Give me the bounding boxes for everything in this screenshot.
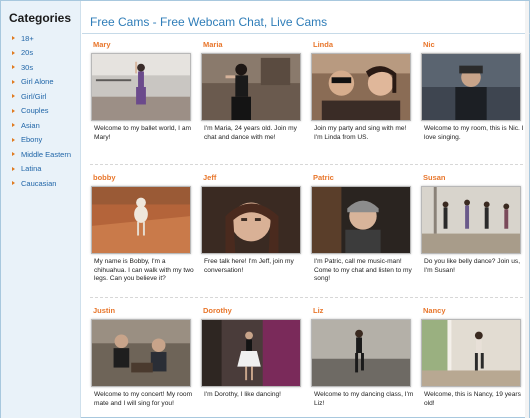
category-item-couples[interactable]: Couples [1,104,81,119]
cam-card[interactable]: Justin Welcome to my concert! My room ma… [90,303,198,418]
cam-thumbnail[interactable] [91,319,191,387]
cam-name-link[interactable]: Jeff [203,173,216,182]
arrow-icon [12,137,15,142]
row-divider [90,297,528,298]
cam-name-link[interactable]: Mary [93,40,111,49]
cam-thumbnail[interactable] [201,319,301,387]
arrow-icon [12,166,15,171]
category-item-30s[interactable]: 30s [1,60,81,75]
category-item-ebony[interactable]: Ebony [1,133,81,148]
cam-thumbnail[interactable] [421,186,521,254]
cam-description: Join my party and sing with me! I'm Lind… [314,125,407,141]
cam-card[interactable]: Dorothy I'm Dorothy, I like dancing! [200,303,308,418]
category-item-girl-alone[interactable]: Girl Alone [1,75,81,90]
cam-description: Welcome to my room, this is Nic. I love … [424,125,524,141]
cam-thumbnail[interactable] [201,53,301,121]
category-label[interactable]: Girl/Girl [21,92,46,101]
page-frame: Categories 18+ 20s 30s Girl Alone Girl/G… [0,0,530,418]
arrow-icon [12,94,15,99]
arrow-icon [12,181,15,186]
cam-card[interactable]: Susan Do you like belly dance? Join us, … [420,170,528,290]
cam-card[interactable]: Nic Welcome to my room, this is Nic. I l… [420,37,528,157]
main-content: Free Cams - Free Webcam Chat, Live Cams … [82,1,530,418]
cam-card[interactable]: Nancy Welcome, this is Nancy, 19 years o… [420,303,528,418]
cam-description: My name is Bobby, I'm a chihuahua. I can… [94,258,194,282]
cam-card[interactable]: Liz Welcome to my dancing class, I'm Liz… [310,303,418,418]
cam-description: Welcome to my concert! My room mate and … [94,391,193,407]
cam-thumbnail[interactable] [201,186,301,254]
arrow-icon [12,79,15,84]
cam-description: I'm Dorothy, I like dancing! [204,391,281,398]
cam-description: Free talk here! I'm Jeff, join my conver… [204,258,294,274]
sidebar-title: Categories [9,11,72,25]
cam-row: Justin Welcome to my concert! My room ma… [90,303,528,418]
cam-description: Welcome to my ballet world, I am Mary! [94,125,191,141]
cam-name-link[interactable]: Nic [423,40,435,49]
cam-card[interactable]: bobby My name is Bobby, I'm a chihuahua.… [90,170,198,290]
cam-name-link[interactable]: Patric [313,173,334,182]
category-item-20s[interactable]: 20s [1,46,81,61]
cam-description: I'm Maria, 24 years old. Join my chat an… [204,125,297,141]
category-list: 18+ 20s 30s Girl Alone Girl/Girl Couples… [1,31,81,191]
category-label[interactable]: Girl Alone [21,77,54,86]
cam-thumbnail[interactable] [91,186,191,254]
arrow-icon [12,36,15,41]
category-label[interactable]: 18+ [21,34,34,43]
cam-thumbnail[interactable] [311,53,411,121]
category-item-caucasian[interactable]: Caucasian [1,176,81,191]
category-item-girl-girl[interactable]: Girl/Girl [1,89,81,104]
page-title: Free Cams - Free Webcam Chat, Live Cams [90,15,328,29]
cam-card[interactable]: Linda Join my party and sing with me! I'… [310,37,418,157]
category-item-middle-eastern[interactable]: Middle Eastern [1,147,81,162]
cam-card[interactable]: Maria I'm Maria, 24 years old. Join my c… [200,37,308,157]
cam-name-link[interactable]: Susan [423,173,446,182]
cam-name-link[interactable]: bobby [93,173,116,182]
arrow-icon [12,65,15,70]
cam-thumbnail[interactable] [311,319,411,387]
row-divider [90,164,528,165]
cam-row: Mary Welcome to my ballet world, I am Ma… [90,37,528,169]
category-label[interactable]: 30s [21,63,33,72]
cam-card[interactable]: Mary Welcome to my ballet world, I am Ma… [90,37,198,157]
cam-name-link[interactable]: Nancy [423,306,446,315]
cam-name-link[interactable]: Maria [203,40,223,49]
cam-card[interactable]: Patric I'm Patric, call me music-man! Co… [310,170,418,290]
cam-name-link[interactable]: Dorothy [203,306,232,315]
arrow-icon [12,123,15,128]
cam-row: bobby My name is Bobby, I'm a chihuahua.… [90,170,528,302]
arrow-icon [12,50,15,55]
category-label[interactable]: Middle Eastern [21,150,71,159]
cam-description: Welcome, this is Nancy, 19 years old! [424,391,521,407]
cam-thumbnail[interactable] [421,319,521,387]
category-label[interactable]: Latina [21,164,41,173]
arrow-icon [12,152,15,157]
cam-description: I'm Patric, call me music-man! Come to m… [314,258,412,282]
scrollbar[interactable] [525,1,529,418]
arrow-icon [12,108,15,113]
category-label[interactable]: Couples [21,106,49,115]
category-item-asian[interactable]: Asian [1,118,81,133]
cam-description: Do you like belly dance? Join us, I'm Su… [424,258,521,274]
category-item-18plus[interactable]: 18+ [1,31,81,46]
category-label[interactable]: Ebony [21,135,42,144]
category-label[interactable]: 20s [21,48,33,57]
cam-name-link[interactable]: Liz [313,306,323,315]
cam-name-link[interactable]: Justin [93,306,115,315]
cam-thumbnail[interactable] [311,186,411,254]
cam-description: Welcome to my dancing class, I'm Liz! [314,391,414,407]
cam-thumbnail[interactable] [91,53,191,121]
category-label[interactable]: Caucasian [21,179,56,188]
cam-card[interactable]: Jeff Free talk here! I'm Jeff, join my c… [200,170,308,290]
sidebar: Categories 18+ 20s 30s Girl Alone Girl/G… [1,1,81,418]
title-divider [82,33,530,34]
cam-thumbnail[interactable] [421,53,521,121]
category-item-latina[interactable]: Latina [1,162,81,177]
category-label[interactable]: Asian [21,121,40,130]
cam-name-link[interactable]: Linda [313,40,333,49]
